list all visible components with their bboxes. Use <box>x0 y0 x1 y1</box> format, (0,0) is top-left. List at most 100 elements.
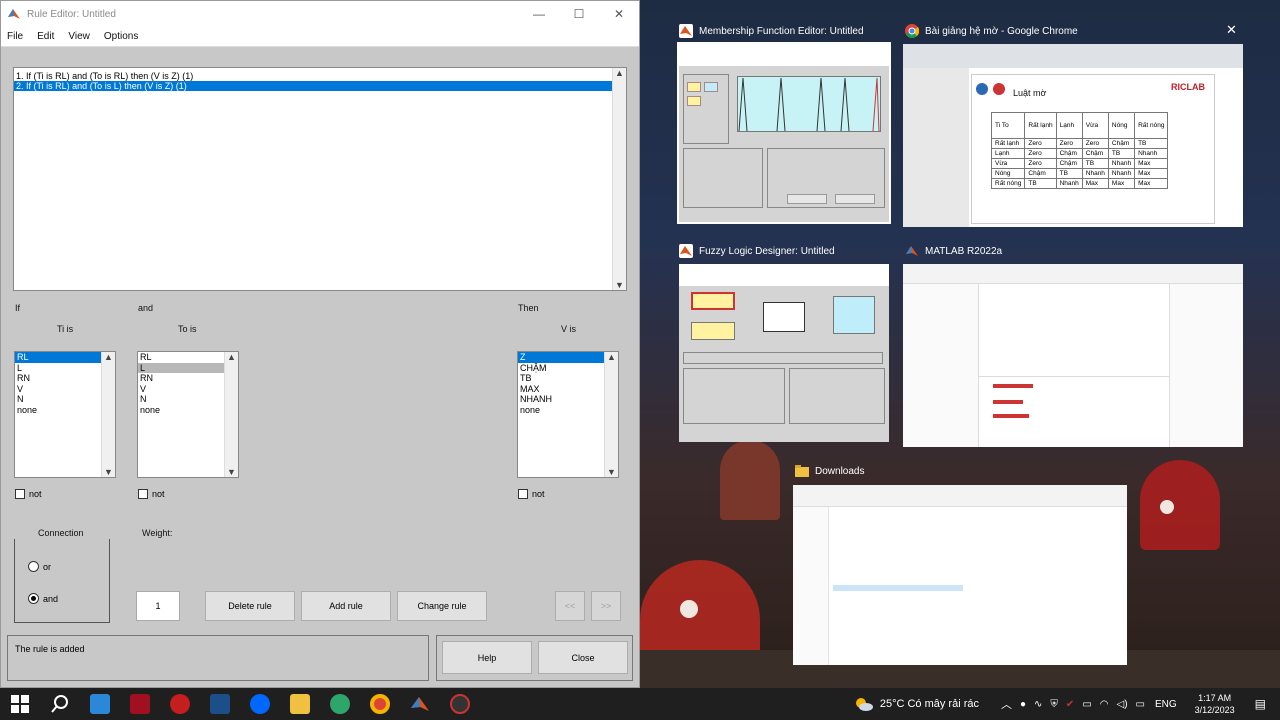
next-button[interactable]: >> <box>591 591 621 621</box>
language-indicator[interactable]: ENG <box>1155 699 1177 710</box>
ti-listbox[interactable]: RL L RN V N none ▲ ▼ <box>14 351 116 478</box>
wifi-icon[interactable]: ◠ <box>1100 699 1109 710</box>
tv-title-fuzzy-designer[interactable]: Fuzzy Logic Designer: Untitled <box>679 244 835 258</box>
chevron-up-icon[interactable]: ︿ <box>1001 696 1012 712</box>
close-window-button[interactable]: ✕ <box>599 7 639 21</box>
scroll-down-icon[interactable]: ▼ <box>607 467 616 477</box>
checkbox-box[interactable] <box>138 489 148 499</box>
ti-not-checkbox[interactable]: not <box>15 489 42 499</box>
checkbox-box[interactable] <box>518 489 528 499</box>
ti-option[interactable]: N <box>15 394 103 405</box>
rule-row-2[interactable]: 2. If (Ti is RL) and (To is L) then (V i… <box>14 81 612 91</box>
taskbar-matlab[interactable] <box>404 690 436 718</box>
close-icon[interactable]: ✕ <box>1226 22 1237 38</box>
weight-input[interactable]: 1 <box>136 591 180 621</box>
v-option[interactable]: Z <box>518 352 606 363</box>
v-option[interactable]: CHẬM <box>518 363 606 374</box>
start-button[interactable] <box>4 690 36 718</box>
ti-option[interactable]: none <box>15 405 103 416</box>
menu-edit[interactable]: Edit <box>37 31 54 42</box>
thumb-mf-editor[interactable] <box>677 42 891 224</box>
search-button[interactable] <box>44 690 76 718</box>
ti-option[interactable]: RN <box>15 373 103 384</box>
checkbox-box[interactable] <box>15 489 25 499</box>
menu-options[interactable]: Options <box>104 31 138 42</box>
weather-text[interactable]: 25°C Có mây rải rác <box>880 698 979 710</box>
scroll-up-icon[interactable]: ▲ <box>104 352 113 362</box>
menu-file[interactable]: File <box>7 31 23 42</box>
tv-title-matlab[interactable]: MATLAB R2022a <box>905 244 1002 258</box>
v-scrollbar[interactable]: ▲ ▼ <box>604 352 618 477</box>
v-listbox[interactable]: Z CHẬM TB MAX NHANH none ▲ ▼ <box>517 351 619 478</box>
volume-icon[interactable]: ◁) <box>1117 699 1128 710</box>
scroll-up-icon[interactable]: ▲ <box>607 352 616 362</box>
delete-rule-button[interactable]: Delete rule <box>205 591 295 621</box>
app-tray-icon[interactable]: ∿ <box>1034 699 1042 710</box>
scroll-up-icon[interactable]: ▲ <box>615 68 624 78</box>
help-button[interactable]: Help <box>442 641 532 674</box>
to-not-checkbox[interactable]: not <box>138 489 165 499</box>
v-option[interactable]: TB <box>518 373 606 384</box>
to-option[interactable]: V <box>138 384 226 395</box>
rule-row-1[interactable]: 1. If (Ti is RL) and (To is RL) then (V … <box>14 71 612 81</box>
tv-title-mf-editor[interactable]: Membership Function Editor: Untitled <box>679 24 864 38</box>
to-option[interactable]: N <box>138 394 226 405</box>
tv-title-downloads[interactable]: Downloads <box>795 464 864 478</box>
battery-icon[interactable]: ▭ <box>1136 699 1145 710</box>
close-button[interactable]: Close <box>538 641 628 674</box>
radio-dot[interactable] <box>28 561 39 572</box>
thumb-chrome[interactable]: Luật mờ RICLAB Ti To Rất lạnh Lạnh Vừa N… <box>903 44 1243 227</box>
taskbar-stocks[interactable] <box>204 690 236 718</box>
notification-icon[interactable]: ▤ <box>1255 697 1266 711</box>
folder-tray-icon[interactable]: ▭ <box>1082 699 1091 710</box>
scroll-down-icon[interactable]: ▼ <box>104 467 113 477</box>
menu-view[interactable]: View <box>68 31 90 42</box>
and-radio[interactable]: and <box>28 593 58 604</box>
maximize-button[interactable]: ☐ <box>559 7 599 21</box>
clock[interactable]: 1:17 AM 3/12/2023 <box>1185 692 1245 716</box>
v-option[interactable]: NHANH <box>518 394 606 405</box>
status-box: The rule is added <box>7 635 429 681</box>
taskbar-explorer[interactable] <box>284 690 316 718</box>
radio-dot[interactable] <box>28 593 39 604</box>
or-radio[interactable]: or <box>28 561 51 572</box>
taskbar-mail[interactable] <box>84 690 116 718</box>
to-option[interactable]: RL <box>138 352 226 363</box>
add-rule-button[interactable]: Add rule <box>301 591 391 621</box>
taskbar-edge[interactable] <box>324 690 356 718</box>
title-bar[interactable]: Rule Editor: Untitled — ☐ ✕ <box>1 1 639 27</box>
ti-scrollbar[interactable]: ▲ ▼ <box>101 352 115 477</box>
to-listbox[interactable]: RL L RN V N none ▲ ▼ <box>137 351 239 478</box>
check-icon[interactable]: ✔ <box>1066 699 1074 710</box>
taskbar-chrome[interactable] <box>364 690 396 718</box>
to-option[interactable]: RN <box>138 373 226 384</box>
to-scrollbar[interactable]: ▲ ▼ <box>224 352 238 477</box>
scroll-up-icon[interactable]: ▲ <box>227 352 236 362</box>
v-option[interactable]: MAX <box>518 384 606 395</box>
thumb-downloads[interactable] <box>793 485 1127 665</box>
thumb-fuzzy-designer[interactable] <box>679 264 889 442</box>
security-icon[interactable]: ⛨ <box>1050 699 1058 710</box>
to-option[interactable]: L <box>138 362 226 373</box>
thumb-matlab[interactable] <box>903 264 1243 447</box>
v-option[interactable]: none <box>518 405 606 416</box>
ti-option[interactable]: RL <box>15 352 103 363</box>
taskbar-app-dark[interactable] <box>164 690 196 718</box>
prev-button[interactable]: << <box>555 591 585 621</box>
rules-scrollbar[interactable]: ▲ ▼ <box>612 68 626 290</box>
ti-option[interactable]: V <box>15 384 103 395</box>
scroll-down-icon[interactable]: ▼ <box>227 467 236 477</box>
to-option[interactable]: none <box>138 405 226 416</box>
change-rule-button[interactable]: Change rule <box>397 591 487 621</box>
taskbar-zalo[interactable] <box>244 690 276 718</box>
scroll-down-icon[interactable]: ▼ <box>615 280 624 290</box>
v-not-checkbox[interactable]: not <box>518 489 545 499</box>
taskbar-app-bug[interactable] <box>444 690 476 718</box>
app-icon <box>170 694 190 714</box>
microphone-icon[interactable]: ● <box>1020 699 1026 710</box>
rules-list[interactable]: 1. If (Ti is RL) and (To is RL) then (V … <box>13 67 627 291</box>
minimize-button[interactable]: — <box>519 7 559 21</box>
tv-title-chrome[interactable]: Bài giảng hệ mờ - Google Chrome <box>905 24 1078 38</box>
ti-option[interactable]: L <box>15 363 103 374</box>
taskbar-app-red[interactable] <box>124 690 156 718</box>
